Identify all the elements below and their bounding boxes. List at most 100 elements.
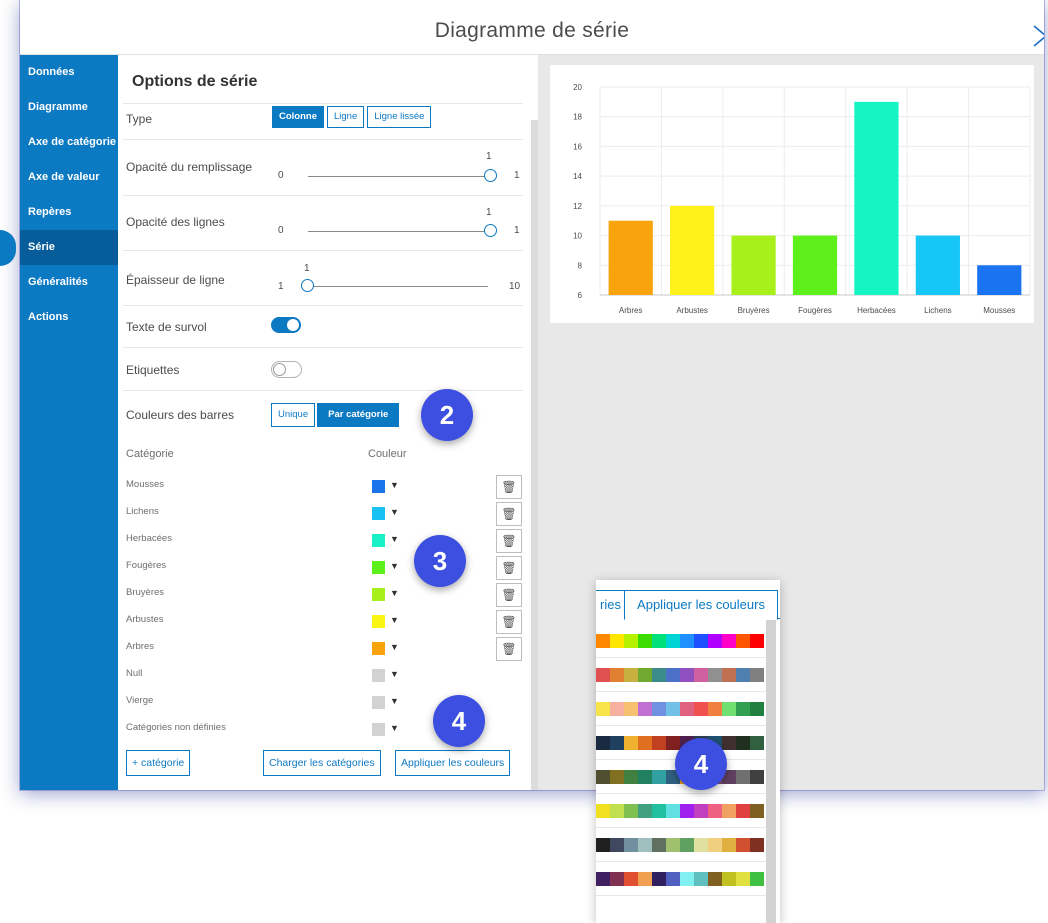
palette-option[interactable] [596,702,764,716]
palette-color [624,770,638,784]
palette-tab-apply[interactable]: Appliquer les couleurs [624,590,778,620]
category-color-swatch[interactable] [372,480,385,493]
category-name: Null [126,668,143,679]
line-width-handle[interactable] [301,279,314,292]
palette-tab-categories[interactable]: ries [596,590,625,619]
palette-color [680,804,694,818]
palette-color [750,804,764,818]
labels-toggle[interactable] [271,361,302,378]
palette-color [750,736,764,750]
category-name: Mousses [126,479,165,490]
palette-option[interactable] [596,668,764,682]
bar [731,235,776,295]
category-name: Fougères [126,560,167,571]
divider [123,305,523,306]
palette-color [736,770,750,784]
palette-color [596,736,610,750]
step-badge: 2 [421,389,473,441]
fill-opacity-min: 0 [278,170,284,181]
sidebar-item-generalites[interactable]: Généralités [20,265,118,300]
category-column-header: Catégorie [126,448,174,460]
type-smooth-line-button[interactable]: Ligne lissée [367,106,432,128]
type-line-button[interactable]: Ligne [327,106,365,128]
palette-color [708,838,722,852]
palette-color [680,634,694,648]
chevron-down-icon[interactable]: ▼ [390,507,399,517]
palette-color [610,668,624,682]
sidebar-item-donnees[interactable]: Données [20,55,118,90]
chevron-down-icon[interactable]: ▼ [390,723,399,733]
palette-color [638,770,652,784]
category-row: Null ▼ [126,662,526,688]
per-category-button[interactable]: Par catégorie [317,403,400,427]
fill-opacity-slider[interactable] [308,176,488,177]
palette-option[interactable] [596,634,764,648]
chevron-down-icon[interactable]: ▼ [390,561,399,571]
delete-category-button[interactable]: 🗑 [496,637,522,661]
delete-category-button[interactable]: 🗑 [496,529,522,553]
close-icon[interactable] [1032,12,1044,47]
apply-colors-button[interactable]: Appliquer les couleurs [395,750,511,776]
category-color-swatch[interactable] [372,615,385,628]
panel-scrollbar[interactable] [531,120,538,790]
category-color-swatch[interactable] [372,588,385,601]
trash-icon: 🗑 [501,615,517,629]
category-color-swatch[interactable] [372,561,385,574]
divider [596,861,766,862]
line-opacity-slider[interactable] [308,231,488,232]
category-color-swatch[interactable] [372,642,385,655]
chevron-down-icon[interactable]: ▼ [390,615,399,625]
line-opacity-handle[interactable] [484,224,497,237]
category-name: Vierge [126,695,154,706]
type-column-button[interactable]: Colonne [272,106,324,128]
sidebar-item-actions[interactable]: Actions [20,300,118,335]
palette-color [638,736,652,750]
chevron-down-icon[interactable]: ▼ [390,669,399,679]
palette-color [652,770,666,784]
palette-color [736,736,750,750]
sidebar-item-diagramme[interactable]: Diagramme [20,90,118,125]
x-tick-label: Herbacées [857,306,896,315]
palette-color [708,804,722,818]
palette-color [694,804,708,818]
add-category-button[interactable]: + catégorie [126,750,191,776]
delete-category-button[interactable]: 🗑 [496,475,522,499]
palette-option[interactable] [596,804,764,818]
category-color-swatch[interactable] [372,696,385,709]
category-row: Fougères ▼ 🗑 [126,554,526,580]
chevron-down-icon[interactable]: ▼ [390,696,399,706]
category-color-swatch[interactable] [372,534,385,547]
delete-category-button[interactable]: 🗑 [496,502,522,526]
divider [596,657,766,658]
palette-color [708,634,722,648]
palette-scrollbar[interactable] [766,620,776,923]
category-color-swatch[interactable] [372,723,385,736]
fill-opacity-label: Opacité du remplissage [126,160,253,174]
palette-color [722,702,736,716]
sidebar-item-axe-categorie[interactable]: Axe de catégorie [20,125,118,160]
chevron-down-icon[interactable]: ▼ [390,642,399,652]
line-width-min: 1 [278,281,284,292]
delete-category-button[interactable]: 🗑 [496,556,522,580]
dialog-title-bar: Diagramme de série [20,0,1044,55]
sidebar-item-reperes[interactable]: Repères [20,195,118,230]
delete-category-button[interactable]: 🗑 [496,610,522,634]
chevron-down-icon[interactable]: ▼ [390,534,399,544]
load-categories-button[interactable]: Charger les catégories [263,750,381,776]
hover-text-toggle[interactable] [271,317,301,333]
category-color-swatch[interactable] [372,507,385,520]
palette-option[interactable] [596,838,764,852]
sidebar-item-axe-valeur[interactable]: Axe de valeur [20,160,118,195]
fill-opacity-handle[interactable] [484,169,497,182]
category-row: Lichens ▼ 🗑 [126,500,526,526]
palette-option[interactable] [596,872,764,886]
category-color-swatch[interactable] [372,669,385,682]
unique-color-button[interactable]: Unique [271,403,316,427]
palette-color [708,702,722,716]
chevron-down-icon[interactable]: ▼ [390,480,399,490]
chevron-down-icon[interactable]: ▼ [390,588,399,598]
sidebar-item-serie[interactable]: Série [20,230,118,265]
delete-category-button[interactable]: 🗑 [496,583,522,607]
line-width-slider[interactable] [308,286,488,287]
line-width-value: 1 [304,263,310,274]
